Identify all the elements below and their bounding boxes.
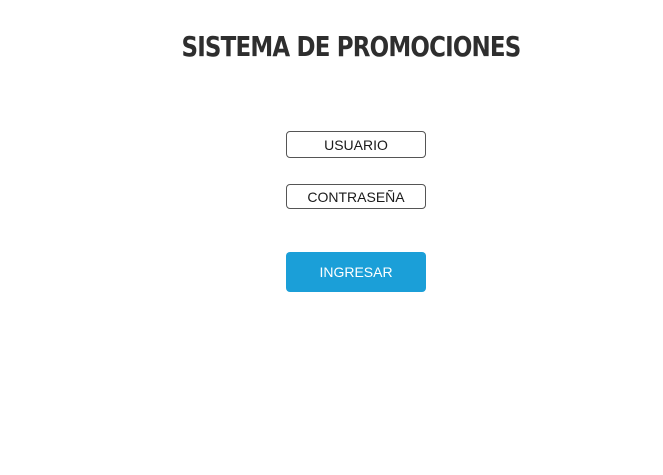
username-field[interactable] [286,131,426,158]
page-title: SISTEMA DE PROMOCIONES [181,30,521,63]
login-button[interactable]: INGRESAR [286,252,426,292]
password-field[interactable] [286,184,426,209]
